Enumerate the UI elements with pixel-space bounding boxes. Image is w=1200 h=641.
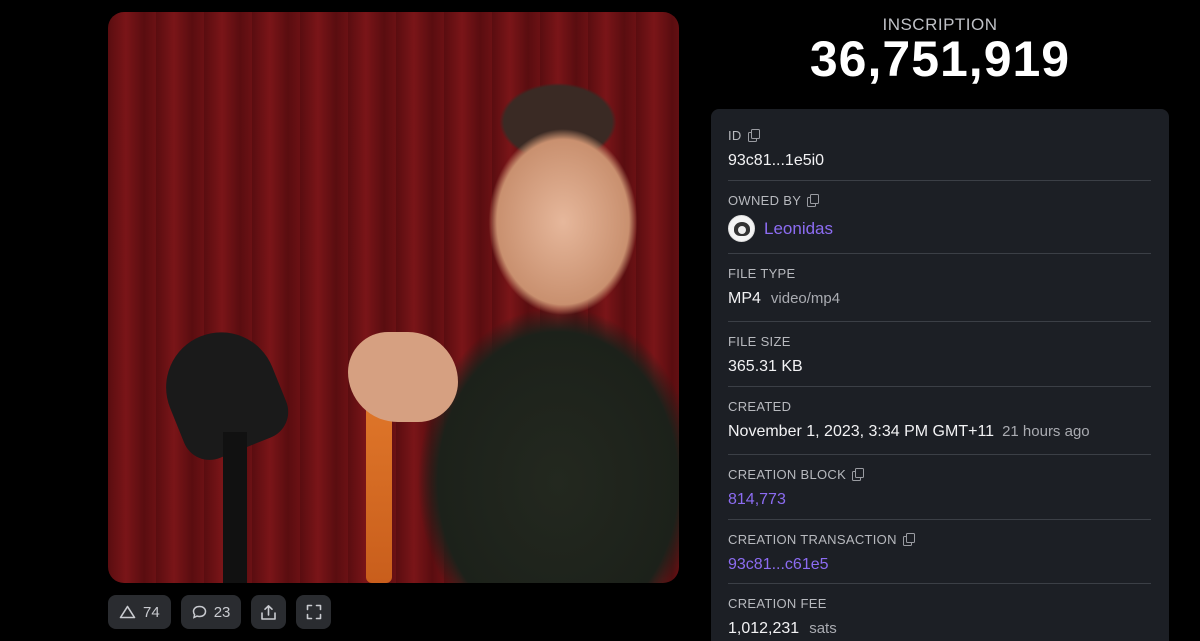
microphone-arm-shape [223, 432, 247, 583]
creation-block-link[interactable]: 814,773 [728, 491, 786, 509]
detail-id: ID 93c81...1e5i0 [728, 127, 1151, 181]
file-type-value: MP4 video/mp4 [728, 290, 1151, 308]
hand-shape [348, 332, 458, 422]
mime-type-text: video/mp4 [770, 290, 841, 307]
file-size-text: 365.31 KB [728, 358, 803, 375]
copy-icon[interactable] [852, 468, 865, 481]
owner-name[interactable]: Leonidas [764, 219, 833, 239]
creation-fee-text: 1,012,231 [728, 620, 800, 637]
avatar [728, 215, 755, 242]
detail-file-size: FILE SIZE 365.31 KB [728, 333, 1151, 387]
detail-label: ID [728, 127, 1151, 143]
id-value: 93c81...1e5i0 [728, 152, 1151, 170]
comments-button[interactable]: 23 [180, 595, 242, 629]
copy-icon[interactable] [902, 533, 915, 546]
detail-label: CREATION BLOCK [728, 466, 1151, 482]
created-value: November 1, 2023, 3:34 PM GMT+11 21 hour… [728, 423, 1151, 441]
detail-file-type: FILE TYPE MP4 video/mp4 [728, 265, 1151, 322]
created-date-text: November 1, 2023, 3:34 PM GMT+11 [728, 423, 995, 440]
detail-label: CREATED [728, 398, 1151, 414]
creation-block-value: 814,773 [728, 491, 1151, 509]
upvote-count: 74 [143, 603, 160, 621]
created-label: CREATED [728, 398, 792, 414]
creation-transaction-label: CREATION TRANSACTION [728, 531, 897, 547]
file-size-label: FILE SIZE [728, 333, 791, 349]
file-size-value: 365.31 KB [728, 358, 1151, 376]
inscription-number: 36,751,919 [809, 31, 1071, 87]
details-card: ID 93c81...1e5i0 OWNED BY Leonidas FILE … [711, 109, 1169, 641]
upvote-button[interactable]: 74 [108, 595, 171, 629]
copy-icon[interactable] [807, 194, 820, 207]
detail-created: CREATED November 1, 2023, 3:34 PM GMT+11… [728, 398, 1151, 455]
file-type-text: MP4 [728, 290, 761, 307]
inscription-media[interactable] [108, 12, 679, 583]
detail-label: FILE SIZE [728, 333, 1151, 349]
creation-fee-label: CREATION FEE [728, 595, 827, 611]
fullscreen-button[interactable] [296, 595, 332, 629]
triangle-up-icon [119, 605, 136, 619]
fullscreen-icon [306, 604, 322, 620]
detail-label: CREATION TRANSACTION [728, 531, 1151, 547]
creation-transaction-value: 93c81...c61e5 [728, 556, 1151, 574]
detail-creation-block: CREATION BLOCK 814,773 [728, 466, 1151, 520]
share-button[interactable] [251, 595, 287, 629]
detail-label: CREATION FEE [728, 595, 1151, 611]
creation-fee-unit: sats [809, 620, 837, 637]
detail-label: FILE TYPE [728, 265, 1151, 281]
file-type-label: FILE TYPE [728, 265, 796, 281]
detail-creation-transaction: CREATION TRANSACTION 93c81...c61e5 [728, 531, 1151, 584]
owner-link[interactable]: Leonidas [728, 215, 1151, 242]
id-label: ID [728, 127, 742, 143]
detail-creation-fee: CREATION FEE 1,012,231 sats [728, 595, 1151, 641]
created-relative-text: 21 hours ago [1002, 423, 1090, 440]
owned-by-label: OWNED BY [728, 192, 802, 208]
detail-owned-by: OWNED BY Leonidas [728, 192, 1151, 254]
comment-count: 23 [213, 603, 231, 621]
detail-label: OWNED BY [728, 192, 1151, 208]
comment-icon [192, 605, 206, 619]
creation-block-label: CREATION BLOCK [728, 466, 847, 482]
copy-icon[interactable] [747, 129, 760, 142]
media-controls: 74 23 [108, 595, 332, 629]
creation-fee-value: 1,012,231 sats [728, 620, 1151, 638]
share-icon [261, 604, 277, 620]
creation-transaction-link[interactable]: 93c81...c61e5 [728, 556, 829, 574]
id-text: 93c81...1e5i0 [728, 152, 825, 169]
